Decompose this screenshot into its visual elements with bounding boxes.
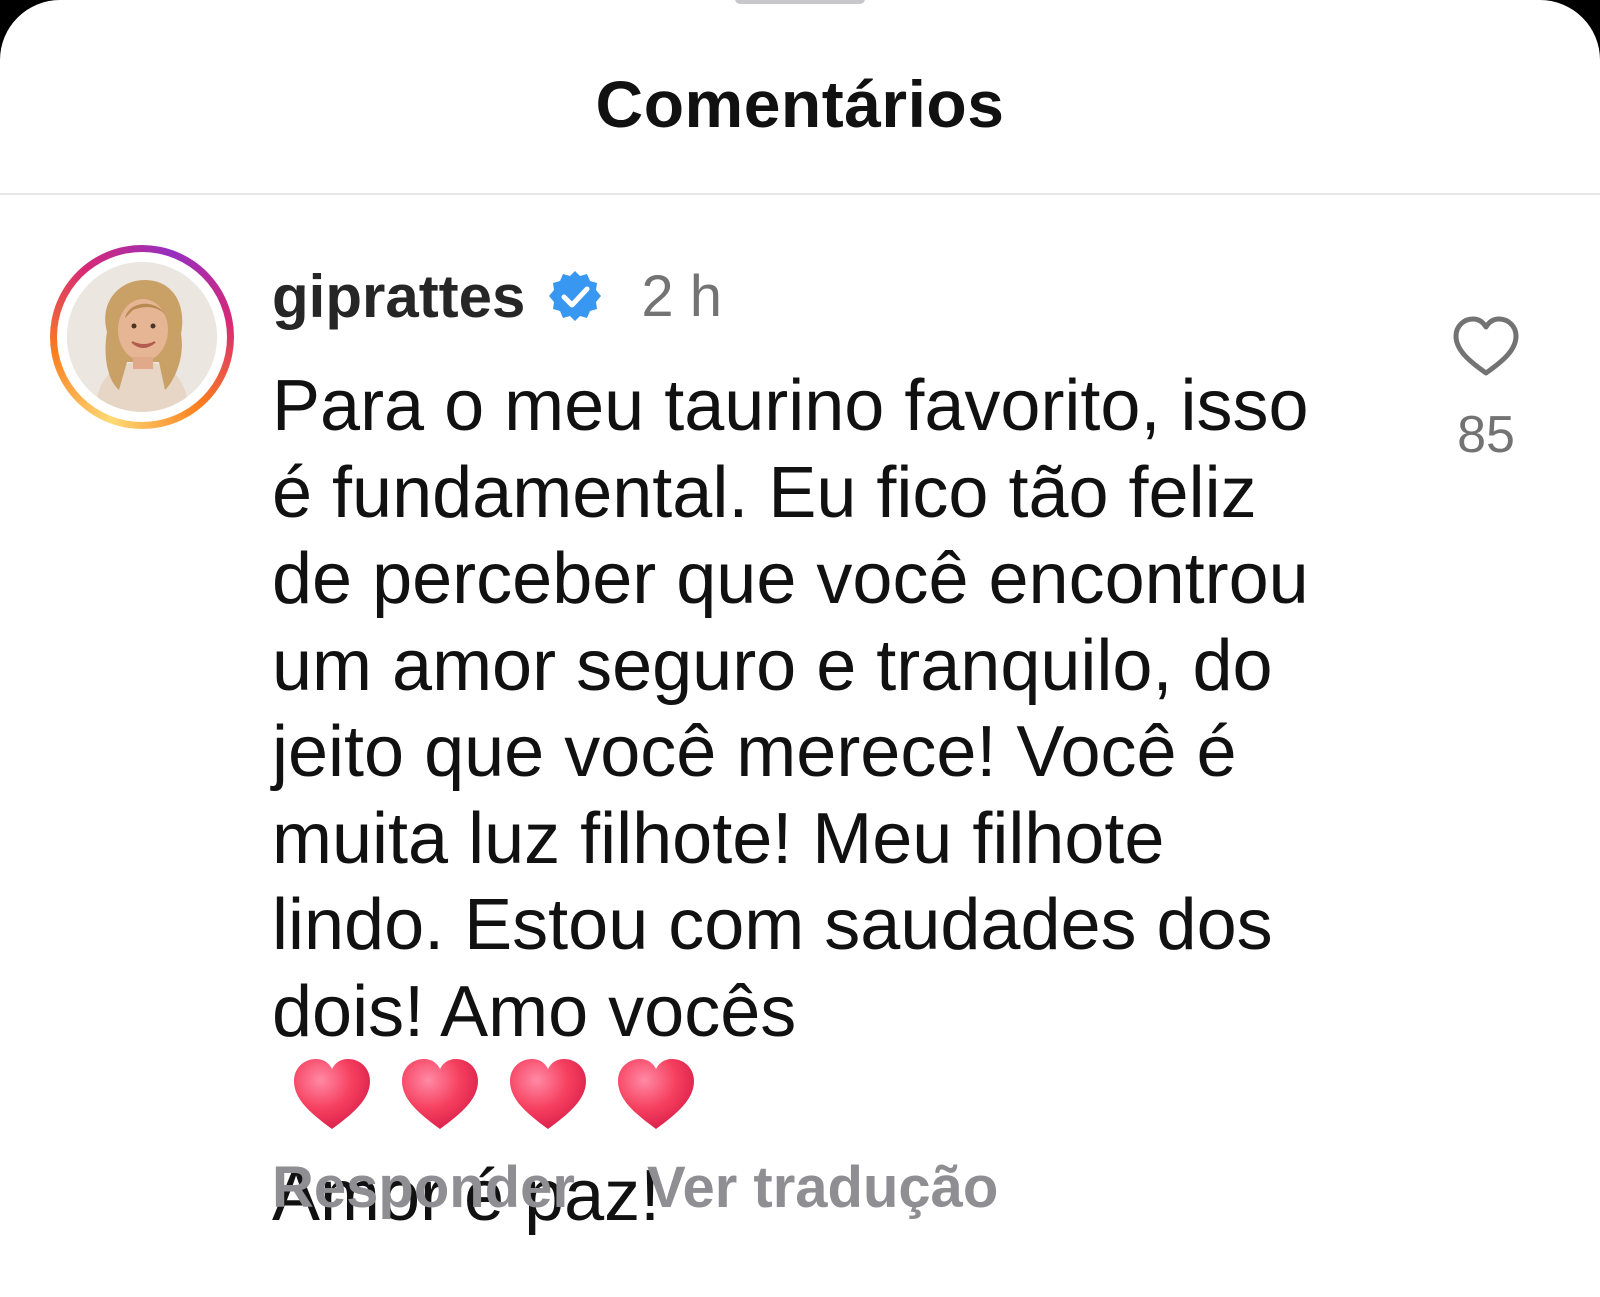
comment-line: Para o meu taurino favorito, isso (272, 366, 1309, 446)
comments-sheet: Comentários giprattes 2 h Para o meu tau… (0, 0, 1600, 1297)
heart-emoji (402, 1059, 479, 1129)
comment-actions: Responder Ver tradução (272, 1153, 1070, 1223)
avatar-story-ring[interactable] (50, 245, 234, 429)
like-count: 85 (1457, 406, 1515, 464)
comment-line: de perceber que você encontrou (272, 539, 1309, 619)
comment-header: giprattes 2 h (272, 257, 722, 337)
comment-line: é fundamental. Eu fico tão feliz (272, 452, 1257, 533)
heart-emoji (294, 1059, 370, 1129)
heart-emoji-group (290, 1055, 1392, 1153)
comment-line: um amor seguro e tranquilo, do (272, 625, 1273, 706)
heart-emoji (510, 1059, 587, 1129)
comment-line: lindo. Estou com saudades dos (272, 885, 1273, 965)
avatar (67, 262, 217, 412)
like-control: 85 (1446, 315, 1526, 465)
comment-line-with-emoji: dois! Amo vocês (272, 969, 1392, 1153)
comment-timestamp: 2 h (641, 264, 723, 329)
see-translation-button[interactable]: Ver tradução (647, 1153, 998, 1223)
username[interactable]: giprattes (272, 262, 525, 332)
reply-button[interactable]: Responder (272, 1153, 575, 1223)
heart-outline-icon[interactable] (1451, 315, 1521, 379)
sheet-header: Comentários (0, 0, 1600, 195)
comment-item: giprattes 2 h Para o meu taurino favorit… (0, 195, 1600, 1297)
comment-text: Para o meu taurino favorito, isso é fund… (272, 363, 1392, 1239)
comment-line: jeito que você merece! Você é (272, 712, 1237, 792)
comment-line: muita luz filhote! Meu filhote (272, 798, 1165, 879)
heart-emoji (618, 1059, 695, 1129)
comment-line: dois! Amo vocês (272, 971, 797, 1052)
verified-badge-icon (547, 269, 603, 325)
sheet-title: Comentários (595, 67, 1005, 141)
